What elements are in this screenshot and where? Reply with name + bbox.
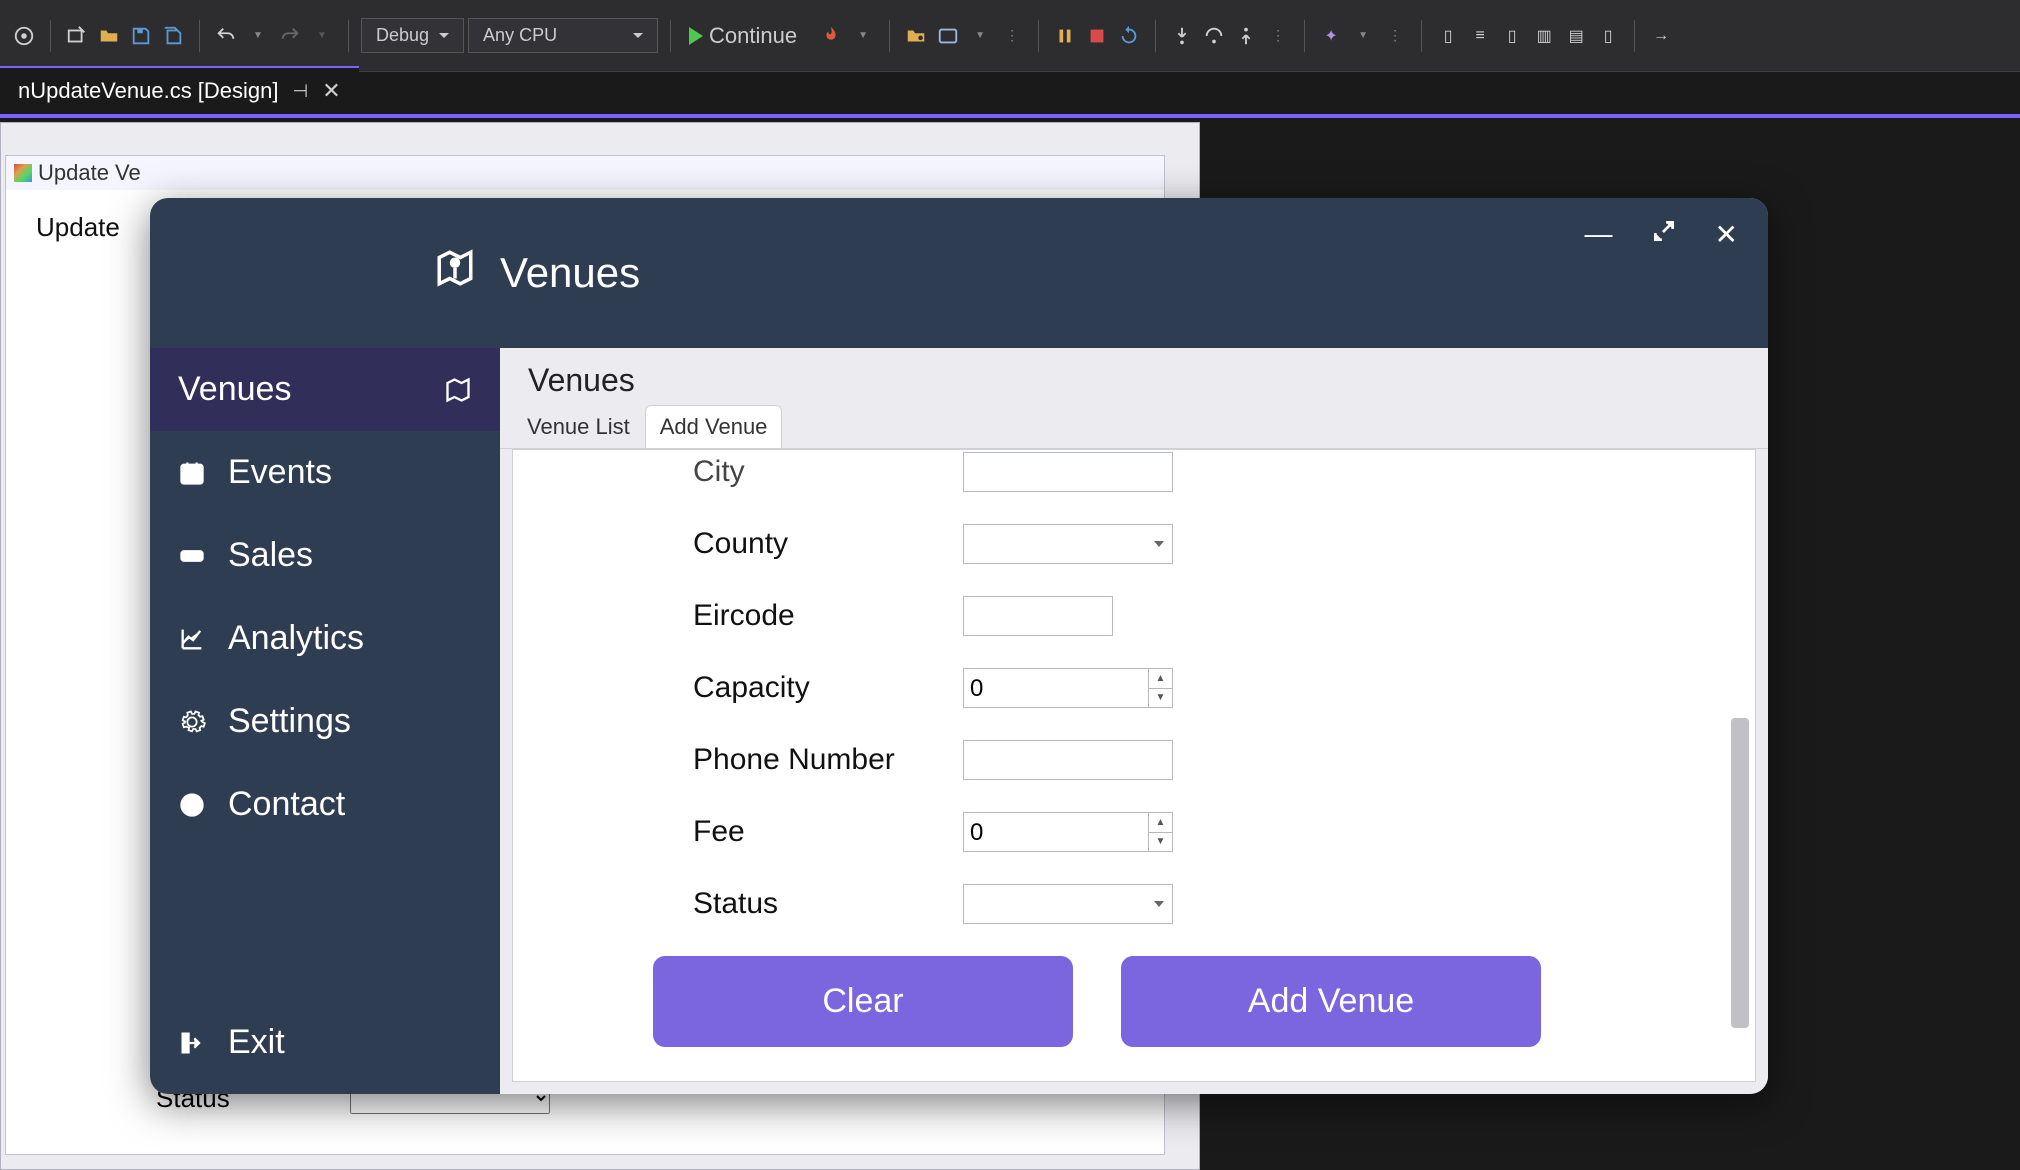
undo-icon[interactable]	[212, 22, 240, 50]
align-left-icon[interactable]: ▯	[1434, 22, 1462, 50]
designer-titlebar: Update Ve	[6, 156, 1164, 190]
config-label: Debug	[376, 25, 429, 46]
gear-icon	[178, 708, 206, 736]
step-out-icon[interactable]	[1232, 22, 1260, 50]
sidebar-item-exit[interactable]: Exit	[150, 1001, 500, 1094]
target-icon[interactable]	[10, 22, 38, 50]
document-tab[interactable]: nUpdateVenue.cs [Design] ⊣ ✕	[0, 66, 359, 114]
continue-button[interactable]: Continue	[683, 19, 813, 53]
sidebar-item-sales[interactable]: Sales	[150, 514, 500, 597]
find-in-files-icon[interactable]	[902, 22, 930, 50]
map-icon	[444, 376, 472, 404]
sidebar-item-label: Contact	[228, 785, 345, 824]
tab-strip: Venue List Add Venue	[500, 405, 1768, 449]
platform-dropdown[interactable]: Any CPU	[468, 18, 658, 53]
sidebar-item-venues[interactable]: Venues	[150, 348, 500, 431]
add-venue-button[interactable]: Add Venue	[1121, 956, 1541, 1047]
pin-icon[interactable]: ⊣	[293, 81, 309, 102]
label-phone: Phone Number	[693, 743, 923, 777]
exit-icon	[178, 1029, 206, 1057]
tab-add-venue[interactable]: Add Venue	[645, 405, 783, 448]
new-project-icon[interactable]	[63, 22, 91, 50]
close-button[interactable]: ✕	[1715, 218, 1738, 251]
sidebar-item-events[interactable]: Events	[150, 431, 500, 514]
fee-value: 0	[970, 819, 983, 847]
label-capacity: Capacity	[693, 671, 923, 705]
app-header: Venues — ✕	[150, 198, 1768, 348]
label-city: City	[693, 455, 923, 489]
vs-toolbar: ▼ ▼ Debug Any CPU Continue ▼ ▼ ⋮ ⋮ ✦ ▼ ⋮…	[0, 0, 2020, 72]
select-status[interactable]	[963, 884, 1173, 924]
document-tab-strip: nUpdateVenue.cs [Design] ⊣ ✕	[0, 72, 2020, 118]
clear-button[interactable]: Clear	[653, 956, 1073, 1047]
app-window: Venues — ✕ Venues Events	[150, 198, 1768, 1094]
more-icon[interactable]: →	[1647, 22, 1675, 50]
continue-label: Continue	[709, 23, 797, 49]
input-city[interactable]	[963, 452, 1173, 492]
label-status: Status	[693, 887, 923, 921]
sidebar-item-label: Analytics	[228, 619, 364, 658]
scrollbar[interactable]	[1731, 718, 1749, 1028]
capacity-value: 0	[970, 675, 983, 703]
sidebar-item-settings[interactable]: Settings	[150, 680, 500, 763]
calendar-icon	[178, 459, 206, 487]
minimize-button[interactable]: —	[1585, 218, 1613, 251]
designer-body-label: Update	[36, 212, 120, 242]
input-fee[interactable]: 0 ▲▼	[963, 812, 1173, 852]
input-eircode[interactable]	[963, 596, 1113, 636]
input-phone[interactable]	[963, 740, 1173, 780]
debug-tools-icon[interactable]: ✦	[1317, 22, 1345, 50]
help-icon	[178, 791, 206, 819]
spin-down-icon[interactable]: ▼	[1149, 689, 1172, 708]
redo-icon[interactable]	[276, 22, 304, 50]
spin-down-icon[interactable]: ▼	[1149, 833, 1172, 852]
label-eircode: Eircode	[693, 599, 923, 633]
page-title: Venues	[500, 348, 1768, 405]
save-icon[interactable]	[127, 22, 155, 50]
label-county: County	[693, 527, 923, 561]
label-fee: Fee	[693, 815, 923, 849]
spin-up-icon[interactable]: ▲	[1149, 813, 1172, 833]
sidebar-item-label: Events	[228, 453, 332, 492]
sidebar-item-label: Settings	[228, 702, 351, 741]
play-icon	[689, 27, 703, 45]
pause-icon[interactable]	[1051, 22, 1079, 50]
select-county[interactable]	[963, 524, 1173, 564]
sidebar-item-contact[interactable]: Contact	[150, 763, 500, 846]
designer-form-title: Update Ve	[38, 160, 141, 186]
expand-button[interactable]	[1651, 218, 1677, 251]
sidebar-item-label: Exit	[228, 1023, 285, 1062]
form-panel: City County Eircode Capacity 0 ▲▼	[512, 449, 1756, 1082]
sidebar-item-analytics[interactable]: Analytics	[150, 597, 500, 680]
platform-label: Any CPU	[483, 25, 557, 46]
browser-link-icon[interactable]	[934, 22, 962, 50]
open-folder-icon[interactable]	[95, 22, 123, 50]
app-header-title: Venues	[500, 249, 640, 297]
chart-icon	[178, 625, 206, 653]
align-center-icon[interactable]: ≡	[1466, 22, 1494, 50]
tab-venue-list[interactable]: Venue List	[512, 405, 645, 448]
spin-up-icon[interactable]: ▲	[1149, 669, 1172, 689]
ticket-icon	[178, 542, 206, 570]
stop-icon[interactable]	[1083, 22, 1111, 50]
sidebar-item-label: Sales	[228, 536, 313, 575]
restart-icon[interactable]	[1115, 22, 1143, 50]
align-right-icon[interactable]: ▯	[1498, 22, 1526, 50]
layout-icon[interactable]: ▯	[1594, 22, 1622, 50]
input-capacity[interactable]: 0 ▲▼	[963, 668, 1173, 708]
form-icon	[14, 164, 32, 182]
document-tab-label: nUpdateVenue.cs [Design]	[18, 78, 279, 104]
distribute-v-icon[interactable]: ▤	[1562, 22, 1590, 50]
config-dropdown[interactable]: Debug	[361, 18, 464, 53]
step-into-icon[interactable]	[1168, 22, 1196, 50]
sidebar: Venues Events Sales	[150, 348, 500, 1094]
map-pin-icon	[434, 247, 476, 299]
save-all-icon[interactable]	[159, 22, 187, 50]
step-over-icon[interactable]	[1200, 22, 1228, 50]
main-content: Venues Venue List Add Venue City County …	[500, 348, 1768, 1094]
distribute-h-icon[interactable]: ▥	[1530, 22, 1558, 50]
hot-reload-icon[interactable]	[817, 22, 845, 50]
close-icon[interactable]: ✕	[322, 78, 340, 104]
sidebar-item-label: Venues	[178, 370, 291, 409]
